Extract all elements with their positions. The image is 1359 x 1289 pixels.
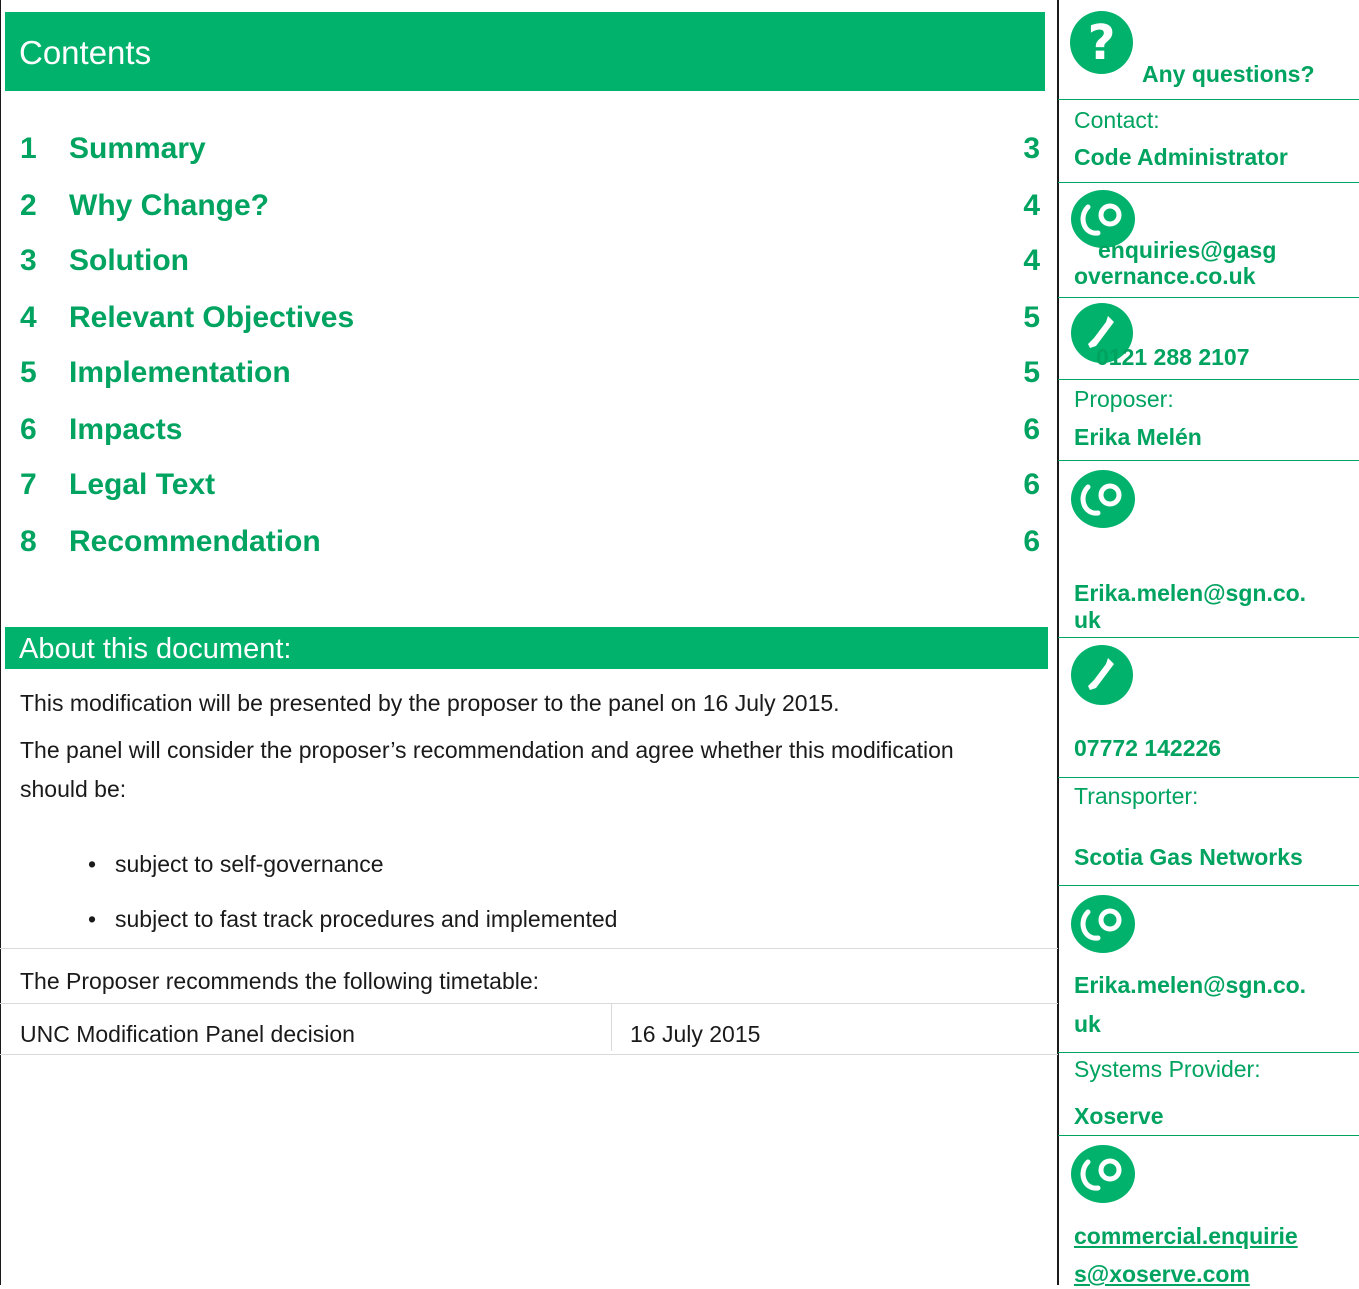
phone-icon xyxy=(1071,645,1133,705)
divider xyxy=(1058,460,1359,461)
divider xyxy=(1058,777,1359,778)
toc-title[interactable]: Legal Text xyxy=(69,468,215,502)
email-icon xyxy=(1071,895,1135,953)
toc-number: 7 xyxy=(20,468,37,501)
divider xyxy=(1058,379,1359,380)
toc-item[interactable]: 5 Implementation 5 xyxy=(0,350,1058,390)
toc-item[interactable]: 1 Summary 3 xyxy=(0,126,1058,166)
toc-number: 5 xyxy=(20,356,37,389)
divider xyxy=(1058,99,1359,100)
proposer-email-line1[interactable]: Erika.melen@sgn.co. xyxy=(1074,579,1306,608)
transporter-email-line1[interactable]: Erika.melen@sgn.co. xyxy=(1074,971,1306,1000)
toc-item[interactable]: 6 Impacts 6 xyxy=(0,407,1058,447)
toc-item[interactable]: 8 Recommendation 6 xyxy=(0,519,1058,559)
toc-title[interactable]: Summary xyxy=(69,132,206,166)
divider xyxy=(1058,1052,1359,1053)
toc-title[interactable]: Impacts xyxy=(69,413,182,447)
toc-title[interactable]: Solution xyxy=(69,244,189,278)
email-icon xyxy=(1071,470,1135,528)
toc-page: 6 xyxy=(1023,413,1040,446)
toc-item[interactable]: 7 Legal Text 6 xyxy=(0,462,1058,502)
divider xyxy=(0,1054,1058,1055)
toc-number: 6 xyxy=(20,413,37,446)
about-paragraph-1: This modification will be presented by t… xyxy=(20,690,840,716)
toc-number: 3 xyxy=(20,244,37,277)
toc-title[interactable]: Relevant Objectives xyxy=(69,301,354,335)
toc-number: 4 xyxy=(20,301,37,334)
proposer-phone[interactable]: 07772 142226 xyxy=(1074,734,1221,763)
proposer-email-line2[interactable]: uk xyxy=(1074,606,1101,635)
about-paragraph-2: The panel will consider the proposer’s r… xyxy=(20,737,954,802)
timetable-event: UNC Modification Panel decision xyxy=(20,1021,355,1047)
toc-page: 4 xyxy=(1023,189,1040,222)
toc-page: 5 xyxy=(1023,356,1040,389)
toc-page: 4 xyxy=(1023,244,1040,277)
contact-email-line1[interactable]: enquiries@gasg xyxy=(1098,236,1276,265)
systems-provider-label: Systems Provider: xyxy=(1074,1056,1261,1082)
toc-number: 2 xyxy=(20,189,37,222)
contact-name: Code Administrator xyxy=(1074,144,1288,170)
toc-item[interactable]: 2 Why Change? 4 xyxy=(0,183,1058,223)
email-icon xyxy=(1071,1145,1135,1203)
toc-title[interactable]: Recommendation xyxy=(69,525,321,559)
transporter-name: Scotia Gas Networks xyxy=(1074,844,1303,870)
toc-page: 3 xyxy=(1023,132,1040,165)
bullet-item: subject to self-governance xyxy=(115,851,384,877)
contents-heading: Contents xyxy=(5,12,1045,91)
toc-item[interactable]: 3 Solution 4 xyxy=(0,238,1058,278)
table-column-divider xyxy=(611,1004,612,1051)
bullet-dot: • xyxy=(88,906,97,932)
contact-label: Contact: xyxy=(1074,107,1160,133)
transporter-email-line2[interactable]: uk xyxy=(1074,1010,1101,1039)
toc-page: 6 xyxy=(1023,468,1040,501)
divider xyxy=(1058,885,1359,886)
timetable-intro: The Proposer recommends the following ti… xyxy=(20,968,540,994)
bullet-dot: • xyxy=(88,851,97,877)
toc-title[interactable]: Why Change? xyxy=(69,189,269,223)
about-heading: About this document: xyxy=(5,627,1048,669)
bullet-item: subject to fast track procedures and imp… xyxy=(115,906,618,932)
question-icon: ? xyxy=(1070,11,1133,74)
toc-page: 6 xyxy=(1023,525,1040,558)
toc-item[interactable]: 4 Relevant Objectives 5 xyxy=(0,295,1058,335)
toc-number: 8 xyxy=(20,525,37,558)
timetable-date: 16 July 2015 xyxy=(630,1021,761,1047)
divider xyxy=(0,1003,1058,1004)
proposer-label: Proposer: xyxy=(1074,386,1174,412)
transporter-label: Transporter: xyxy=(1074,783,1199,809)
divider xyxy=(1058,637,1359,638)
toc-page: 5 xyxy=(1023,301,1040,334)
divider xyxy=(1058,297,1359,298)
any-questions-heading: Any questions? xyxy=(1142,61,1315,87)
systems-provider-name: Xoserve xyxy=(1074,1103,1164,1129)
divider xyxy=(1058,1135,1359,1136)
toc-title[interactable]: Implementation xyxy=(69,356,291,390)
systems-provider-email-line1[interactable]: commercial.enquirie xyxy=(1074,1222,1298,1251)
toc-number: 1 xyxy=(20,132,37,165)
contact-phone[interactable]: 0121 288 2107 xyxy=(1096,343,1250,372)
divider xyxy=(1058,182,1359,183)
contact-email-line2[interactable]: overnance.co.uk xyxy=(1074,262,1256,291)
proposer-name: Erika Melén xyxy=(1074,424,1202,450)
divider xyxy=(0,948,1058,949)
